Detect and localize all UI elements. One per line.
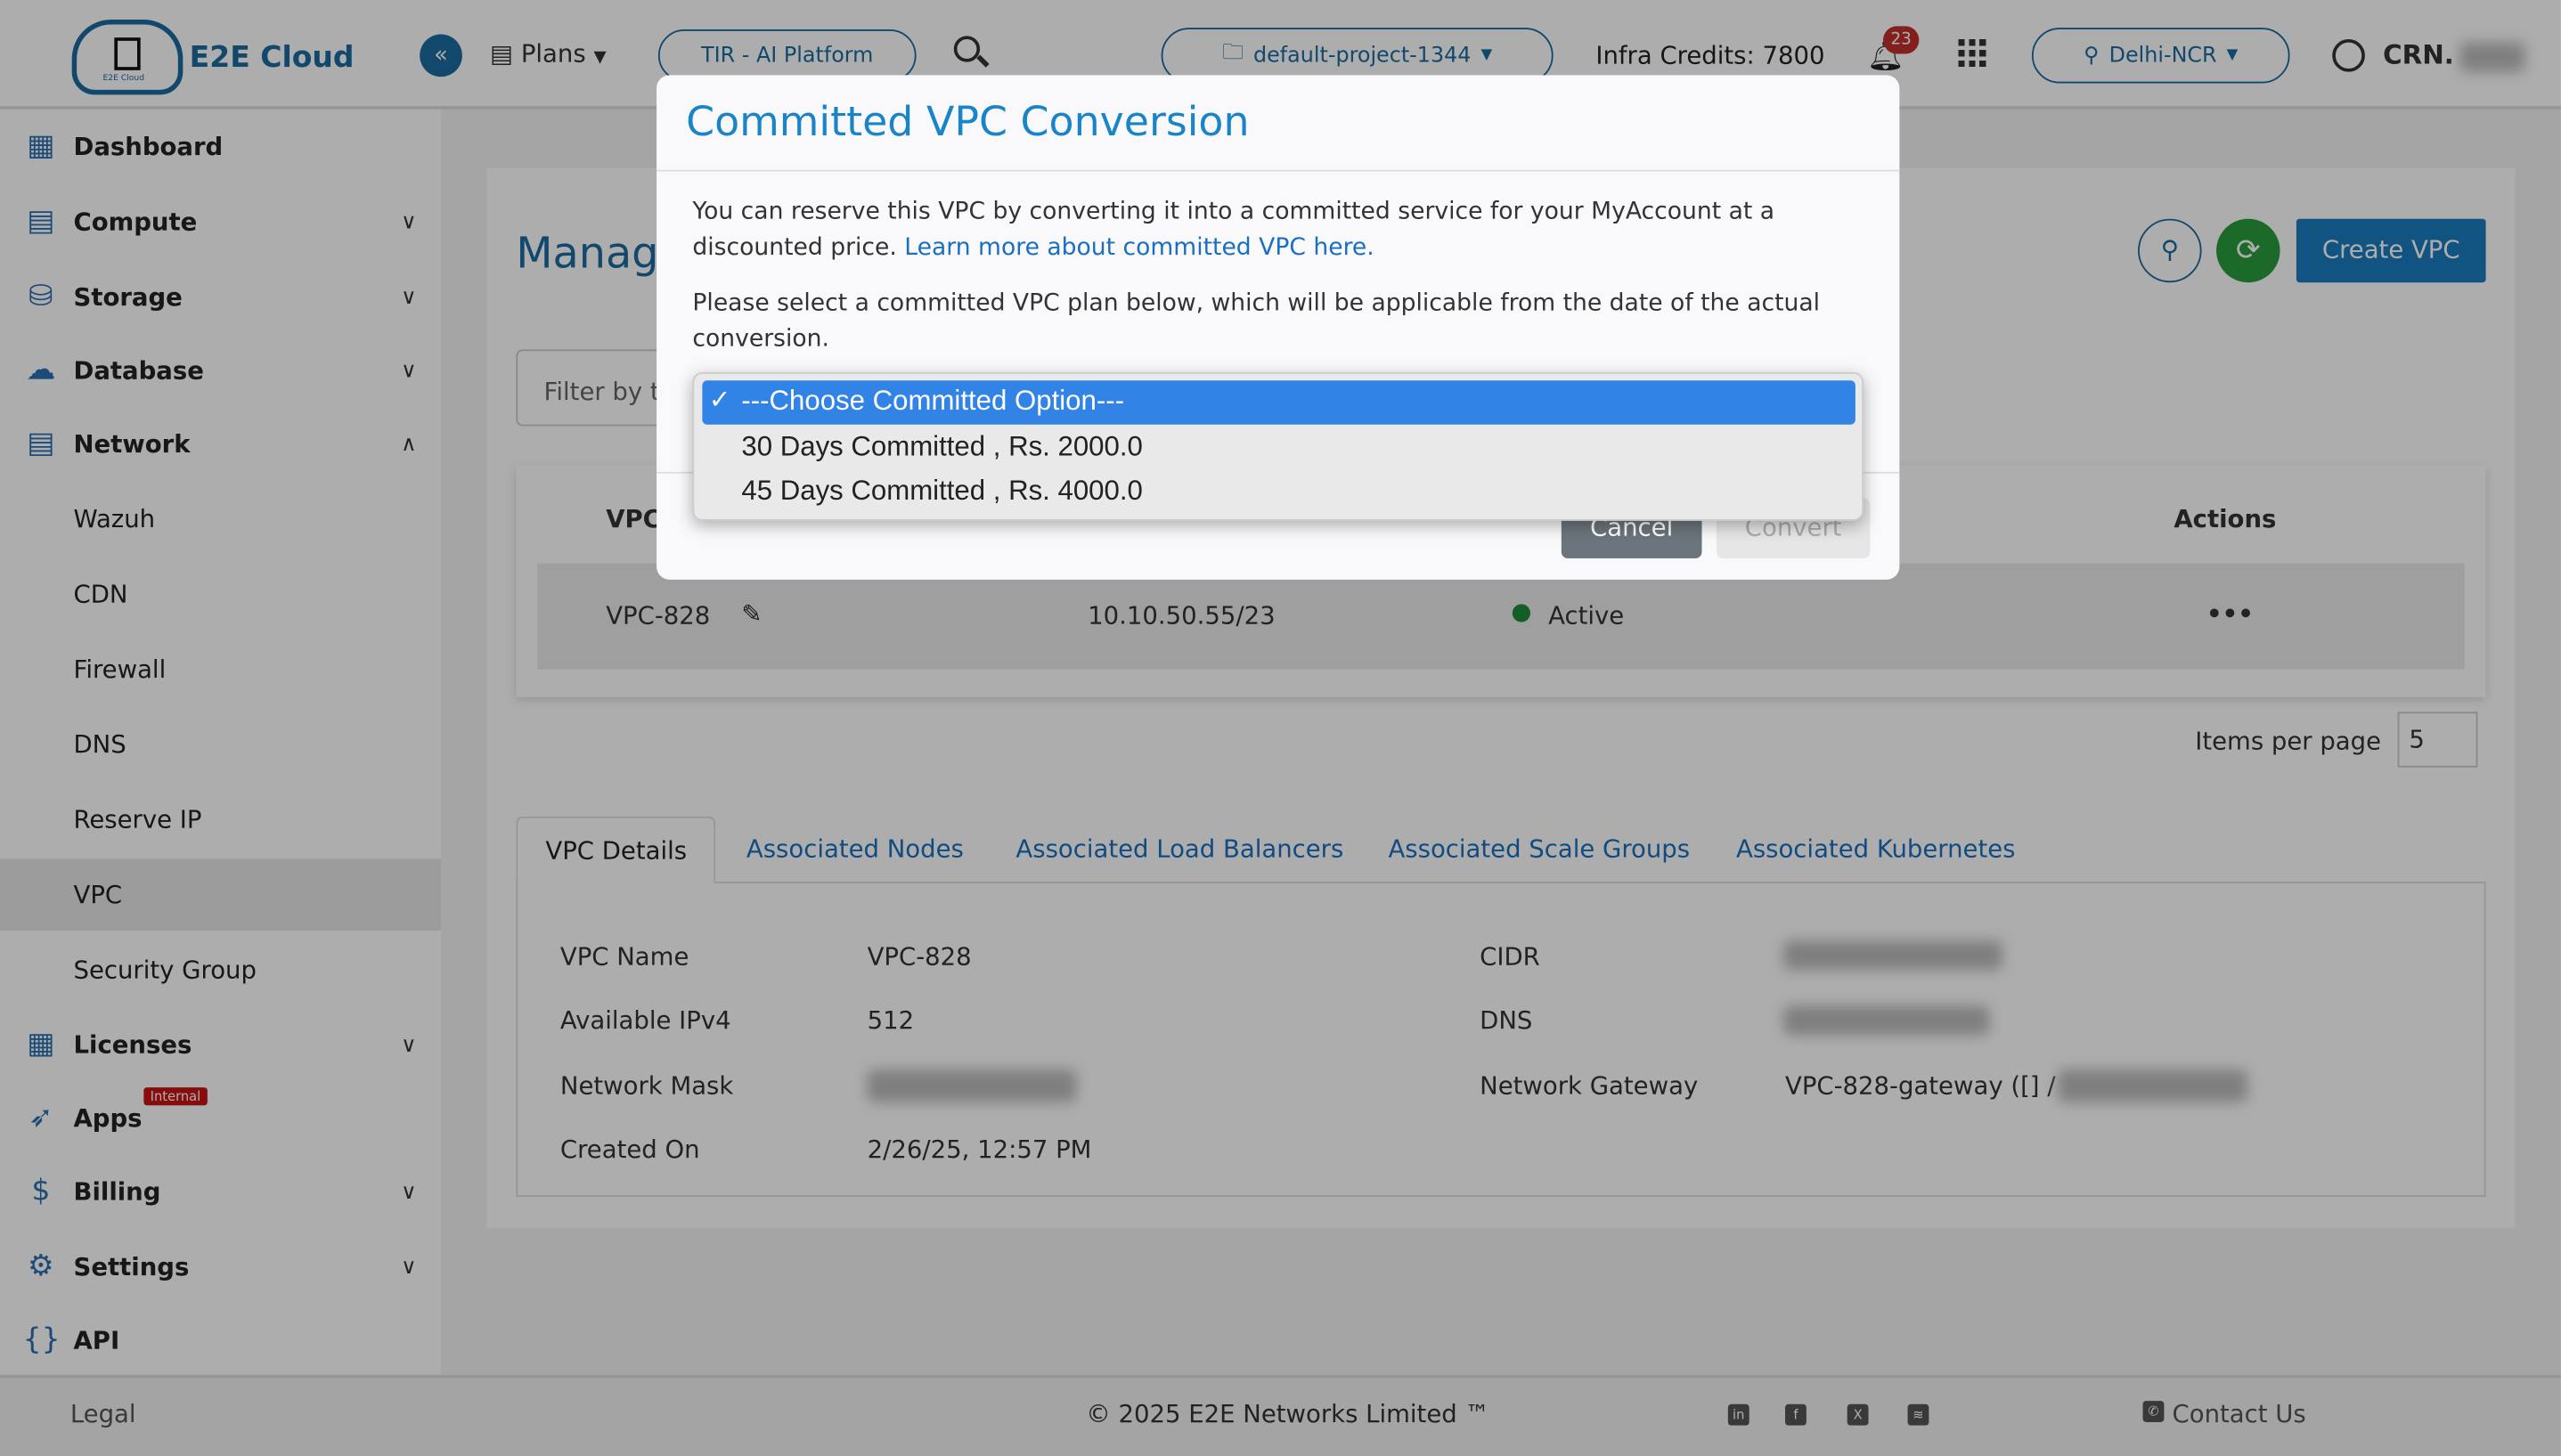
learn-more-link[interactable]: Learn more about committed VPC here.: [904, 235, 1374, 261]
option-choose[interactable]: ---Choose Committed Option---: [741, 386, 1124, 419]
plan-instruction: Please select a committed VPC plan below…: [692, 290, 1821, 354]
modal-divider: [657, 169, 1900, 172]
modal-description: You can reserve this VPC by converting i…: [692, 194, 1835, 266]
option-30-days[interactable]: 30 Days Committed , Rs. 2000.0: [741, 431, 1142, 464]
committed-option-dropdown[interactable]: ✓ ---Choose Committed Option--- 30 Days …: [692, 372, 1864, 521]
option-45-days[interactable]: 45 Days Committed , Rs. 4000.0: [741, 476, 1142, 508]
checkmark-icon: ✓: [708, 383, 731, 415]
modal-title: Committed VPC Conversion: [686, 98, 1250, 146]
